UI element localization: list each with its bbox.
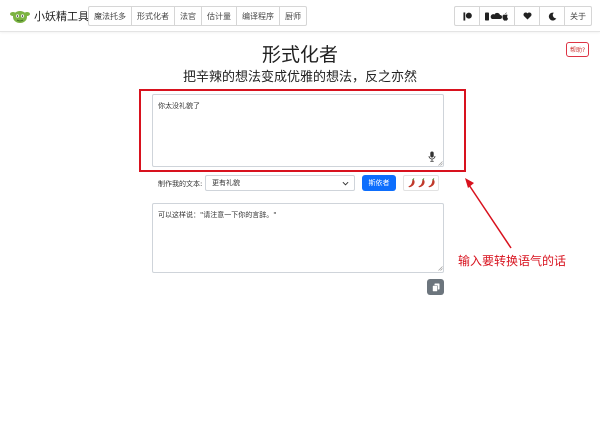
copy-button[interactable] (427, 279, 444, 295)
output-textarea[interactable]: 可以这样说："请注意一下你的言辞。" (152, 203, 444, 273)
nav-item-formalizer[interactable]: 形式化者 (131, 6, 175, 26)
tone-select-value: 更有礼貌 (212, 179, 240, 187)
help-button[interactable]: 帮助? (566, 42, 590, 57)
page-subtitle: 把辛辣的想法变成优雅的想法，反之亦然 (182, 70, 417, 85)
nav-item-about[interactable]: 关于 (564, 6, 592, 26)
page-title: 形式化者 (261, 44, 338, 66)
nav-tools: 魔法托多 形式化者 法官 估计量 编译程序 厨师 (88, 6, 307, 26)
brand-name: 小妖精工具 (34, 10, 89, 23)
annotation-text: 输入要转换语气的话 (458, 254, 567, 268)
platforms-button[interactable] (479, 6, 515, 26)
resize-handle-icon[interactable] (438, 161, 443, 166)
goblin-logo-icon (10, 11, 30, 23)
pepper-icon (417, 178, 425, 188)
input-textarea[interactable]: 你太没礼貌了 (152, 94, 444, 167)
nav-item-compiler[interactable]: 编译程序 (236, 6, 280, 26)
nav-item-estimator[interactable]: 估计量 (201, 6, 237, 26)
microphone-icon[interactable] (428, 151, 436, 162)
pepper-icon (407, 178, 415, 188)
spiciness-indicator (403, 175, 439, 191)
tone-label: 制作我的文本: (158, 180, 203, 188)
mobile-cloud-apple-icon (485, 12, 509, 21)
submit-button[interactable]: 斯依者 (362, 175, 396, 191)
theme-toggle-button[interactable] (539, 6, 565, 26)
chevron-down-icon (342, 181, 349, 186)
brand[interactable]: 小妖精工具 (10, 5, 89, 27)
copy-icon (431, 283, 439, 292)
annotation-arrow (465, 178, 512, 249)
heart-button[interactable] (514, 6, 540, 26)
tone-select[interactable]: 更有礼貌 (205, 175, 355, 191)
nav-actions: 关于 (454, 6, 592, 26)
top-navbar: 小妖精工具 魔法托多 形式化者 法官 估计量 编译程序 厨师 关于 (0, 0, 600, 32)
nav-item-magic-todo[interactable]: 魔法托多 (88, 6, 132, 26)
resize-handle-icon[interactable] (438, 266, 443, 271)
pepper-icon (427, 178, 435, 188)
nav-item-chef[interactable]: 厨师 (279, 6, 307, 26)
heart-icon (523, 12, 531, 20)
moon-icon (548, 12, 556, 21)
patreon-icon (462, 11, 472, 21)
nav-item-judge[interactable]: 法官 (174, 6, 202, 26)
patreon-button[interactable] (454, 6, 480, 26)
